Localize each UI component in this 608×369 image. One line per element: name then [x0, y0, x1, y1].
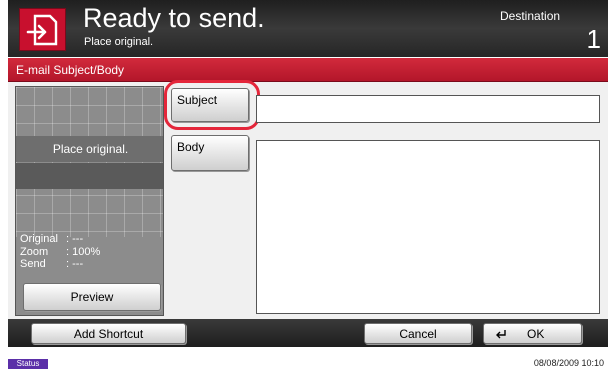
status-datetime: 08/08/2009 10:10	[533, 358, 604, 368]
subject-highlight-ring	[164, 80, 260, 130]
status-button[interactable]: Status	[8, 359, 48, 369]
info-send-value: : ---	[66, 258, 84, 270]
page-title: Ready to send.	[83, 3, 265, 33]
enter-icon	[496, 330, 506, 339]
info-zoom-value: : 100%	[66, 246, 101, 258]
section-title: E-mail Subject/Body	[16, 63, 125, 77]
add-shortcut-button[interactable]: Add Shortcut	[31, 323, 186, 344]
body-field[interactable]	[256, 140, 600, 314]
preview-place-text: Place original.	[52, 142, 129, 156]
preview-dark-bar	[16, 163, 163, 189]
send-document-icon	[19, 8, 66, 51]
info-zoom-key: Zoom	[20, 246, 49, 258]
bottom-bar: Add Shortcut Cancel OK	[8, 319, 608, 347]
section-title-band: E-mail Subject/Body	[8, 58, 608, 82]
header: Ready to send. Place original. Destinati…	[8, 0, 608, 57]
info-zoom: Zoom : 100%	[20, 246, 100, 258]
subject-field[interactable]	[256, 95, 600, 123]
preview-panel: Place original. Original : --- Zoom : 100%…	[15, 86, 164, 316]
info-original: Original : ---	[20, 233, 83, 245]
ok-button[interactable]: OK	[483, 323, 582, 344]
info-send: Send : ---	[20, 258, 83, 270]
ok-label: OK	[527, 327, 545, 341]
info-original-value: : ---	[66, 233, 84, 245]
destination-label: Destination	[500, 9, 561, 23]
destination-count: 1	[586, 24, 601, 54]
cancel-button[interactable]: Cancel	[364, 323, 472, 344]
body-button[interactable]: Body	[171, 135, 249, 171]
preview-button[interactable]: Preview	[23, 283, 161, 311]
preview-grid	[16, 87, 163, 237]
status-bar	[8, 359, 608, 369]
page-subtitle: Place original.	[84, 36, 154, 48]
info-send-key: Send	[20, 258, 46, 270]
info-original-key: Original	[20, 233, 58, 245]
send-screen: Ready to send. Place original. Destinati…	[8, 0, 608, 369]
